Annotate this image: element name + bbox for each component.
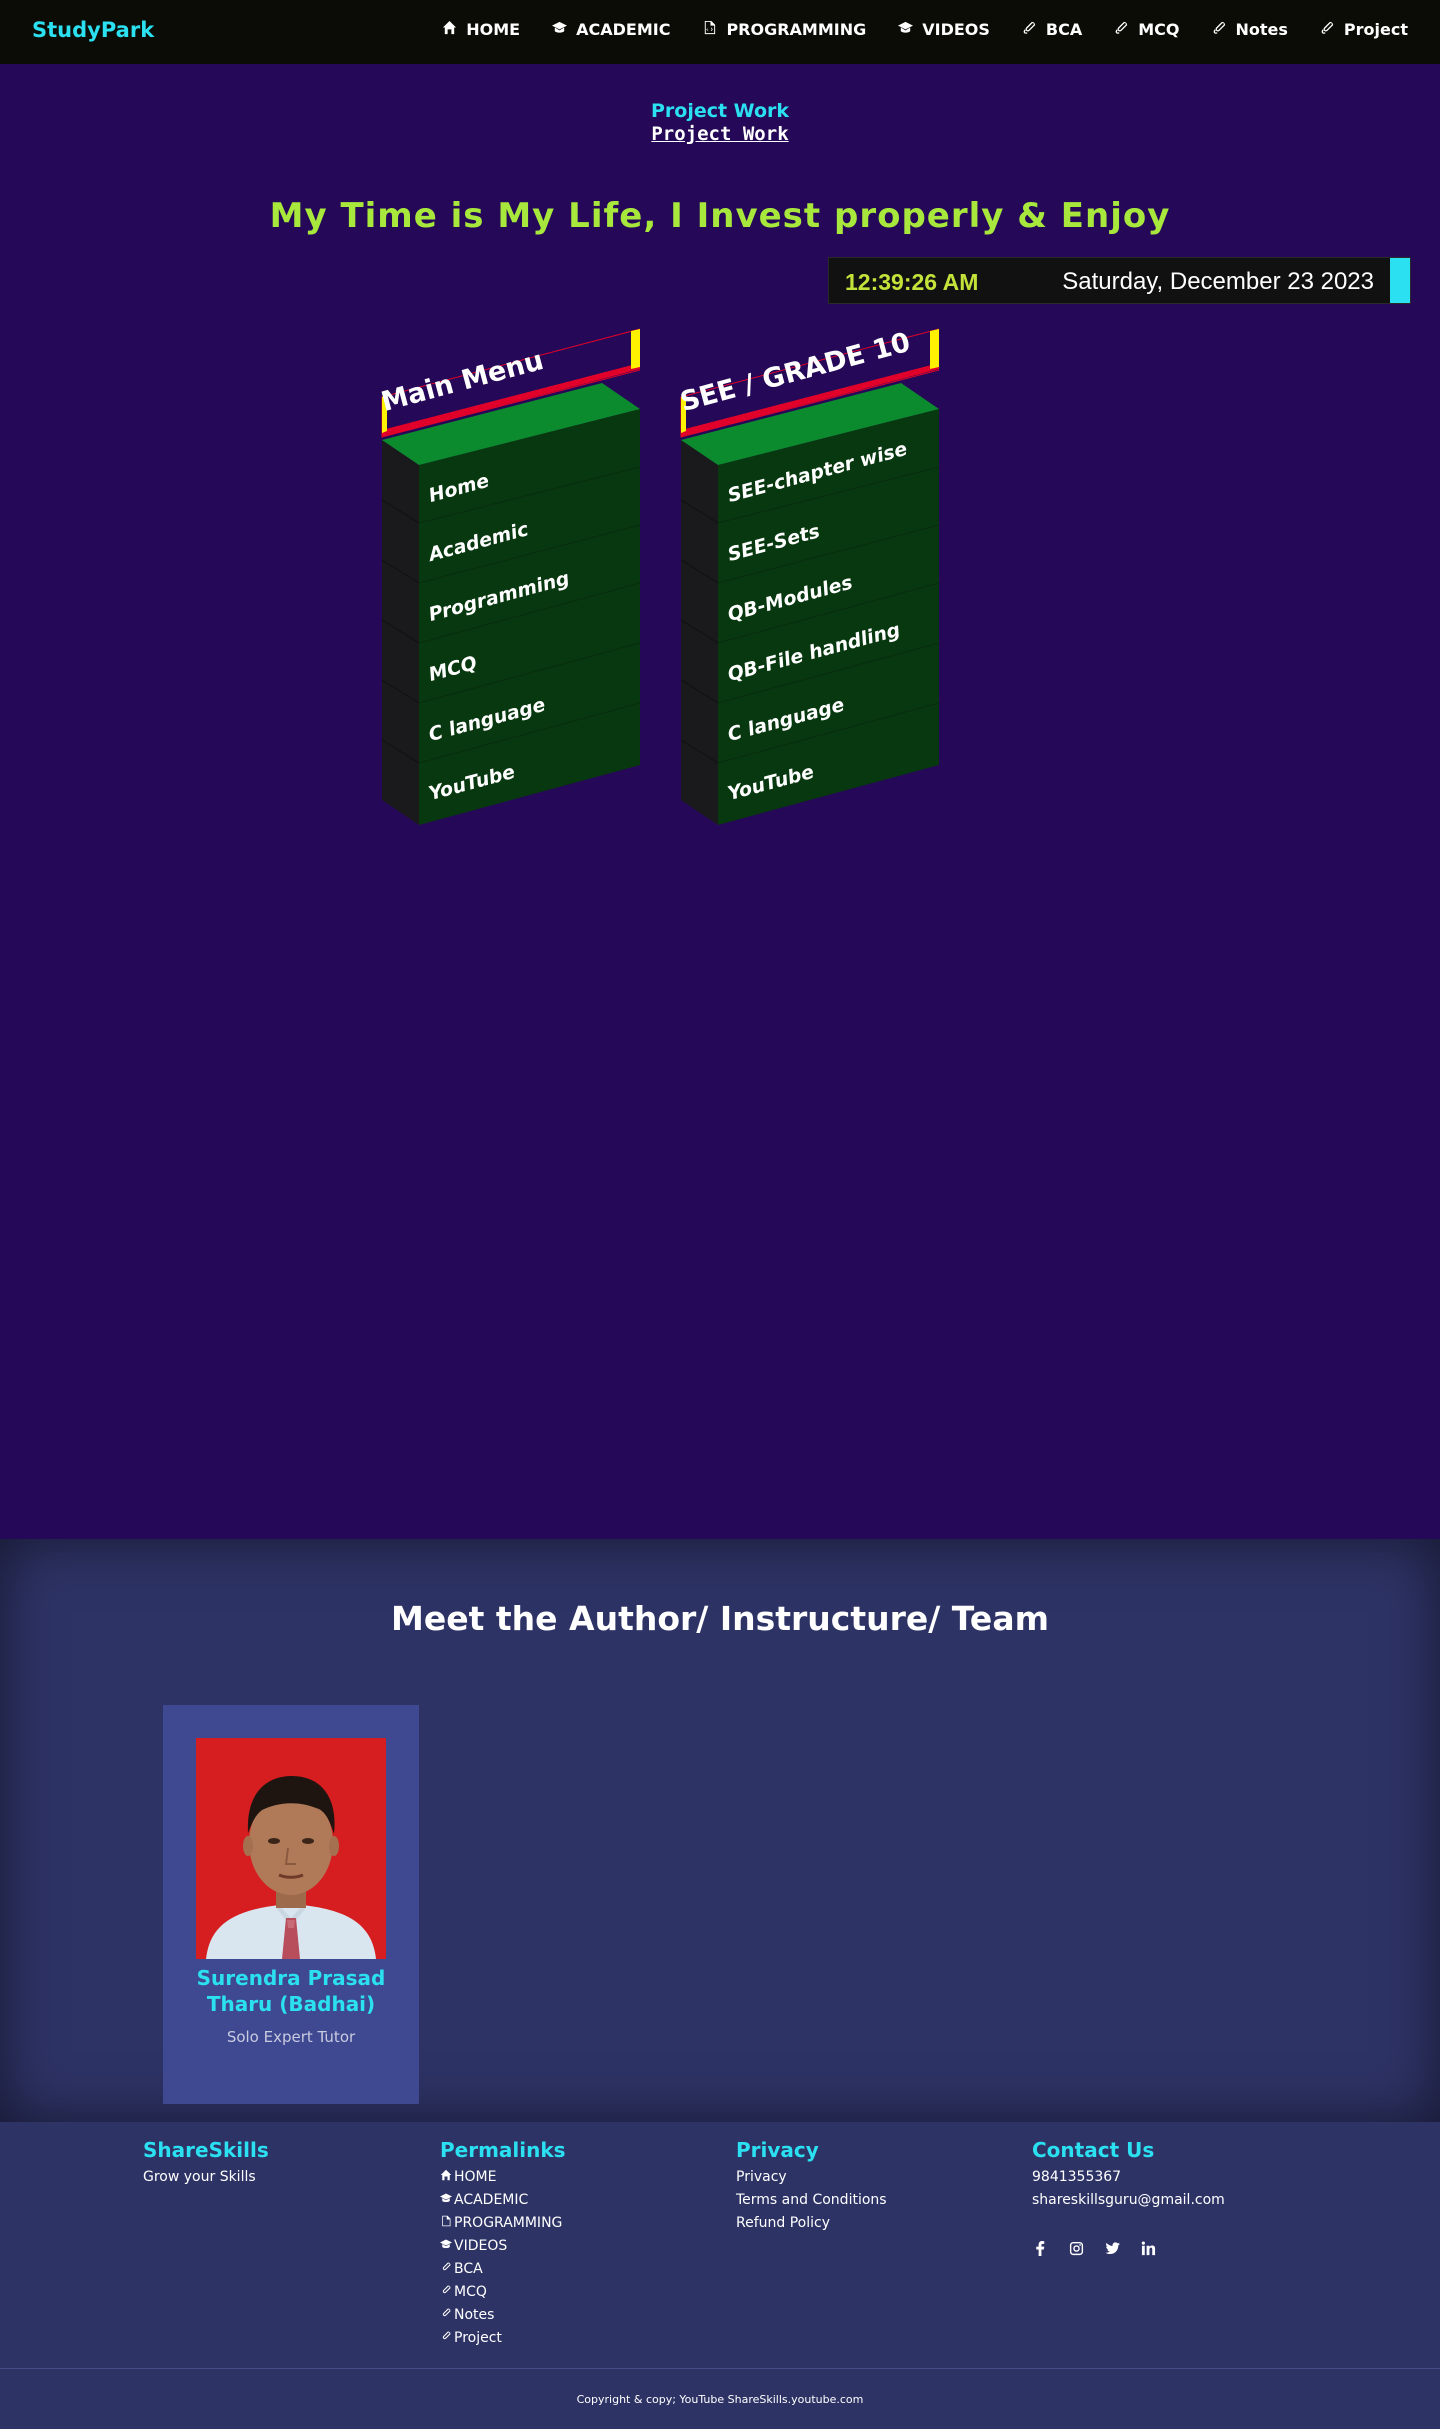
footer-permalinks-column: Permalinks HOME ACADEMIC PROGRAMMING VID… bbox=[440, 2138, 566, 2350]
footer-link-label: HOME bbox=[454, 2169, 497, 2185]
paperclip-icon bbox=[440, 2304, 452, 2327]
footer-link-academic[interactable]: ACADEMIC bbox=[440, 2189, 566, 2212]
nav-item-label: Project bbox=[1343, 20, 1408, 39]
home-icon bbox=[440, 2166, 452, 2189]
nav-item-bca[interactable]: BCA bbox=[1022, 20, 1082, 39]
footer-privacy-title: Privacy bbox=[736, 2138, 819, 2162]
nav-item-label: ACADEMIC bbox=[576, 20, 671, 39]
author-name: Surendra Prasad Tharu (Badhai) bbox=[196, 1966, 386, 2016]
section-title: Project Work bbox=[650, 100, 790, 122]
footer-link-notes[interactable]: Notes bbox=[440, 2304, 566, 2327]
footer-link-bca[interactable]: BCA bbox=[440, 2258, 566, 2281]
author-role: Solo Expert Tutor bbox=[226, 2028, 356, 2046]
footer-link-label: PROGRAMMING bbox=[454, 2215, 563, 2231]
author-section-heading: Meet the Author/ Instructure/ Team bbox=[391, 1599, 1049, 1638]
paperclip-icon bbox=[1212, 20, 1227, 39]
twitter-icon[interactable] bbox=[1104, 2240, 1120, 2256]
footer-link-videos[interactable]: VIDEOS bbox=[440, 2235, 566, 2258]
paperclip-icon bbox=[440, 2281, 452, 2304]
nav-item-home[interactable]: HOME bbox=[442, 20, 520, 39]
footer: ShareSkills Grow your Skills Permalinks … bbox=[0, 2122, 1440, 2429]
footer-link-mcq[interactable]: MCQ bbox=[440, 2281, 566, 2304]
facebook-icon[interactable] bbox=[1032, 2240, 1048, 2256]
see-grade10-menu-block: SEE / GRADE 10 SEE-chapter wise SEE-Sets… bbox=[677, 325, 939, 825]
footer-link-label: Project bbox=[454, 2330, 502, 2346]
footer-link-label: VIDEOS bbox=[454, 2238, 508, 2254]
social-links bbox=[1032, 2240, 1225, 2256]
code-file-icon bbox=[440, 2212, 452, 2235]
nav-item-label: MCQ bbox=[1138, 20, 1180, 39]
footer-contact-title: Contact Us bbox=[1032, 2138, 1155, 2162]
footer-contact-column: Contact Us 9841355367 shareskillsguru@gm… bbox=[1032, 2138, 1225, 2256]
nav-menu: HOME ACADEMIC PROGRAMMING VIDEOS BCA MCQ… bbox=[442, 20, 1408, 39]
nav-item-programming[interactable]: PROGRAMMING bbox=[702, 20, 866, 39]
nav-item-label: Notes bbox=[1235, 20, 1288, 39]
clock-accent-bar bbox=[1390, 258, 1410, 303]
footer-link-refund[interactable]: Refund Policy bbox=[736, 2212, 887, 2235]
nav-item-label: PROGRAMMING bbox=[726, 20, 867, 39]
tagline-heading: My Time is My Life, I Invest properly & … bbox=[269, 196, 1171, 236]
nav-item-notes[interactable]: Notes bbox=[1212, 20, 1288, 39]
clock-date: Saturday, December 23 2023 bbox=[1062, 268, 1374, 295]
nav-item-mcq[interactable]: MCQ bbox=[1114, 20, 1180, 39]
clock-widget: 12:39:26 AM Saturday, December 23 2023 bbox=[828, 257, 1411, 304]
contact-phone: 9841355367 bbox=[1032, 2169, 1122, 2185]
footer-link-label: MCQ bbox=[454, 2284, 487, 2300]
linkedin-icon[interactable] bbox=[1140, 2240, 1156, 2256]
nav-item-project[interactable]: Project bbox=[1320, 20, 1408, 39]
nav-item-academic[interactable]: ACADEMIC bbox=[552, 20, 670, 39]
paperclip-icon bbox=[1114, 20, 1129, 39]
nav-item-label: VIDEOS bbox=[922, 20, 990, 39]
contact-email[interactable]: shareskillsguru@gmail.com bbox=[1032, 2189, 1225, 2212]
footer-link-label: ACADEMIC bbox=[454, 2192, 529, 2208]
code-file-icon bbox=[702, 20, 717, 39]
paperclip-icon bbox=[1022, 20, 1037, 39]
footer-brand-title[interactable]: ShareSkills bbox=[143, 2138, 269, 2162]
author-photo bbox=[196, 1738, 386, 1959]
author-card: Surendra Prasad Tharu (Badhai) Solo Expe… bbox=[163, 1705, 419, 2104]
graduation-cap-icon bbox=[552, 20, 568, 39]
footer-permalinks-title: Permalinks bbox=[440, 2138, 566, 2162]
footer-link-label: Notes bbox=[454, 2307, 495, 2323]
copyright-text: Copyright & copy; YouTube ShareSkills.yo… bbox=[576, 2393, 864, 2406]
nav-item-label: BCA bbox=[1045, 20, 1083, 39]
footer-link-label: BCA bbox=[454, 2261, 483, 2277]
instagram-icon[interactable] bbox=[1068, 2240, 1084, 2256]
footer-privacy-column: Privacy Privacy Terms and Conditions Ref… bbox=[736, 2138, 887, 2235]
footer-link-home[interactable]: HOME bbox=[440, 2166, 566, 2189]
footer-link-terms[interactable]: Terms and Conditions bbox=[736, 2189, 887, 2212]
footer-link-project[interactable]: Project bbox=[440, 2327, 566, 2350]
section-link[interactable]: Project Work bbox=[0, 123, 1440, 145]
nav-item-label: HOME bbox=[466, 20, 521, 39]
footer-brand-text: Grow your Skills bbox=[143, 2169, 256, 2185]
paperclip-icon bbox=[440, 2327, 452, 2350]
author-section: Meet the Author/ Instructure/ Team Suren… bbox=[0, 1539, 1440, 2122]
navbar: StudyPark HOME ACADEMIC PROGRAMMING VIDE… bbox=[0, 0, 1440, 64]
paperclip-icon bbox=[1320, 20, 1335, 39]
footer-divider bbox=[0, 2368, 1440, 2369]
clock-time: 12:39:26 AM bbox=[845, 269, 979, 295]
footer-brand-column: ShareSkills Grow your Skills bbox=[143, 2138, 269, 2189]
graduation-cap-icon bbox=[440, 2235, 452, 2258]
footer-link-privacy[interactable]: Privacy bbox=[736, 2166, 887, 2189]
paperclip-icon bbox=[440, 2258, 452, 2281]
brand-logo[interactable]: StudyPark bbox=[32, 18, 154, 42]
graduation-cap-icon bbox=[898, 20, 914, 39]
main-menu-block: Main Menu Home Academic Programming MCQ … bbox=[378, 325, 640, 825]
nav-item-videos[interactable]: VIDEOS bbox=[898, 20, 990, 39]
footer-link-programming[interactable]: PROGRAMMING bbox=[440, 2212, 566, 2235]
home-icon bbox=[442, 20, 457, 39]
graduation-cap-icon bbox=[440, 2189, 452, 2212]
